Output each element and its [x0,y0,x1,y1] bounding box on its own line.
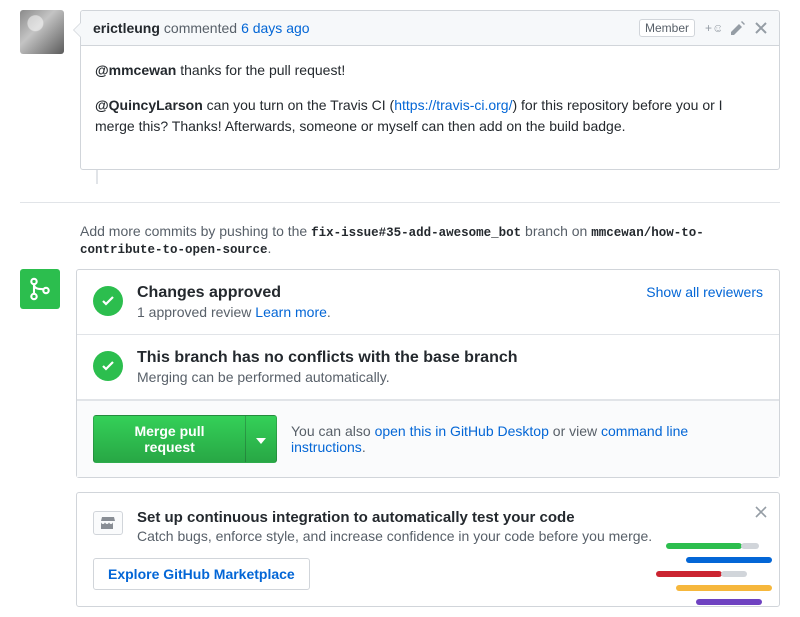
ci-title: Set up continuous integration to automat… [137,509,652,526]
comment-action: commented [164,20,237,36]
comment-header: erictleung commented 6 days ago Member +… [81,11,779,46]
github-desktop-link[interactable]: open this in GitHub Desktop [375,423,549,439]
approved-title: Changes approved [137,284,331,302]
timeline-divider [20,202,780,203]
branch-name: fix-issue#35-add-awesome_bot [311,226,521,240]
comment-author-link[interactable]: erictleung [93,20,160,36]
mention-mmcewan[interactable]: @mmcewan [95,62,176,78]
add-reaction-icon[interactable]: +☺ [705,20,721,36]
timeline-line [96,170,780,184]
status-conflict-row: This branch has no conflicts with the ba… [77,335,779,400]
show-reviewers-link[interactable]: Show all reviewers [646,284,763,300]
edit-icon[interactable] [731,21,745,35]
ci-decoration [649,532,780,607]
approved-sub-prefix: 1 approved review [137,304,255,320]
status-approved-row: Changes approved 1 approved review Learn… [77,270,779,335]
travis-link[interactable]: https://travis-ci.org/ [394,97,512,113]
mention-quincylarson[interactable]: @QuincyLarson [95,97,203,113]
push-hint-mid: branch on [521,223,591,239]
merge-actions: Merge pull request You can also open thi… [77,400,779,477]
svg-text:+☺: +☺ [705,21,721,35]
ci-panel: Set up continuous integration to automat… [76,492,780,607]
merge-button-group: Merge pull request [93,415,277,463]
comment-box: erictleung commented 6 days ago Member +… [80,10,780,170]
explore-marketplace-button[interactable]: Explore GitHub Marketplace [93,558,310,590]
push-hint-prefix: Add more commits by pushing to the [80,223,311,239]
merge-dropdown-button[interactable] [245,415,277,463]
push-hint: Add more commits by pushing to the fix-i… [80,217,780,269]
learn-more-link[interactable]: Learn more [255,304,327,320]
comment-row: erictleung commented 6 days ago Member +… [20,10,780,170]
comment-p1-text: thanks for the pull request! [176,62,345,78]
comment-timestamp[interactable]: 6 days ago [241,20,310,36]
member-badge: Member [639,19,695,37]
conflict-subtitle: Merging can be performed automatically. [137,369,518,385]
marketplace-icon [93,511,123,535]
merge-area: Changes approved 1 approved review Learn… [20,269,780,478]
comment-p2-pre: can you turn on the Travis CI ( [203,97,394,113]
conflict-title: This branch has no conflicts with the ba… [137,349,518,367]
check-icon [93,351,123,381]
approved-sub-suffix: . [327,304,331,320]
merge-hint-suffix: . [362,439,366,455]
comment-body: @mmcewan thanks for the pull request! @Q… [81,46,779,169]
merge-status-icon [20,269,60,309]
merge-hint-prefix: You can also [291,423,375,439]
merge-panel: Changes approved 1 approved review Learn… [76,269,780,478]
dismiss-icon[interactable] [755,505,767,521]
approved-subtitle: 1 approved review Learn more. [137,304,331,320]
merge-button[interactable]: Merge pull request [93,415,246,463]
avatar[interactable] [20,10,64,54]
push-hint-suffix: . [268,240,272,256]
check-icon [93,286,123,316]
ci-subtitle: Catch bugs, enforce style, and increase … [137,528,652,544]
close-icon[interactable] [755,22,767,34]
merge-hint: You can also open this in GitHub Desktop… [291,423,763,455]
merge-hint-mid: or view [549,423,601,439]
